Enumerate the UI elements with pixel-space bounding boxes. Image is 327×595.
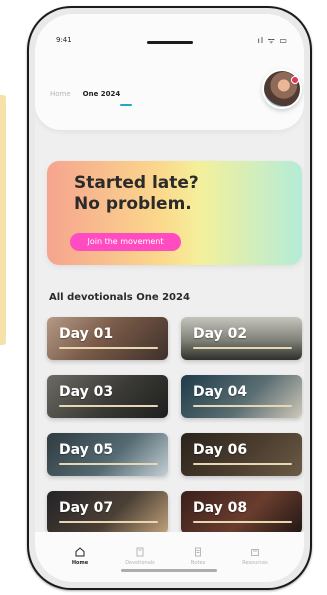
phone-frame: 9:41 ıl ᯤ ▭ Home One 2024 Started late? … [27, 6, 312, 590]
app-screen: 9:41 ıl ᯤ ▭ Home One 2024 Started late? … [35, 14, 304, 582]
join-movement-button[interactable]: Join the movement [70, 233, 181, 251]
top-tabs: Home One 2024 [50, 90, 120, 98]
card-label: Day 03 [59, 384, 114, 400]
nav-devotionals[interactable]: Devotionals [120, 546, 160, 566]
section-title: All devotionals One 2024 [49, 292, 190, 303]
tab-one-2024[interactable]: One 2024 [83, 90, 121, 98]
card-progress-bar [59, 463, 158, 465]
card-label: Day 07 [59, 500, 114, 516]
status-bar: 9:41 ıl ᯤ ▭ [35, 14, 304, 54]
card-label: Day 05 [59, 442, 114, 458]
devotional-card-day-04[interactable]: Day 04 [181, 375, 302, 418]
devotional-card-day-07[interactable]: Day 07 [47, 491, 168, 534]
avatar[interactable] [262, 69, 302, 109]
devotional-card-day-03[interactable]: Day 03 [47, 375, 168, 418]
active-tab-underline [120, 104, 132, 106]
tab-home[interactable]: Home [50, 90, 71, 98]
devotional-card-day-05[interactable]: Day 05 [47, 433, 168, 476]
nav-label: Devotionals [125, 560, 155, 566]
card-progress-bar [193, 347, 292, 349]
nav-label: Notes [190, 560, 206, 566]
card-progress-bar [193, 405, 292, 407]
card-label: Day 04 [193, 384, 248, 400]
card-progress-bar [59, 347, 158, 349]
status-time: 9:41 [56, 36, 72, 44]
resources-icon [251, 549, 259, 556]
promo-title: Started late? No problem. [74, 173, 199, 214]
devotionals-grid: Day 01 Day 02 Day 03 Day 04 Day 05 Day 0… [47, 317, 304, 537]
status-icons: ıl ᯤ ▭ [257, 36, 288, 45]
header-card: 9:41 ıl ᯤ ▭ Home One 2024 [35, 14, 304, 130]
book-icon [136, 547, 144, 557]
card-label: Day 08 [193, 500, 248, 516]
nav-label: Resources [242, 560, 268, 566]
card-progress-bar [193, 463, 292, 465]
card-progress-bar [193, 521, 292, 523]
promo-banner: Started late? No problem. Join the movem… [47, 161, 302, 265]
card-progress-bar [59, 521, 158, 523]
nav-resources[interactable]: Resources [235, 546, 275, 566]
bottom-navigation: Home Devotionals Notes Resources [35, 532, 304, 582]
background-edge [0, 95, 6, 345]
notes-icon [195, 547, 201, 557]
devotional-card-day-08[interactable]: Day 08 [181, 491, 302, 534]
card-label: Day 06 [193, 442, 248, 458]
devotional-card-day-01[interactable]: Day 01 [47, 317, 168, 360]
notification-dot [291, 76, 299, 84]
card-label: Day 01 [59, 326, 114, 342]
nav-home[interactable]: Home [60, 546, 100, 566]
nav-notes[interactable]: Notes [178, 546, 218, 566]
home-indicator [121, 569, 217, 572]
devotional-card-day-02[interactable]: Day 02 [181, 317, 302, 360]
home-icon [75, 547, 85, 557]
nav-label: Home [71, 560, 89, 566]
card-progress-bar [59, 405, 158, 407]
speaker-notch [147, 41, 193, 44]
card-label: Day 02 [193, 326, 248, 342]
devotional-card-day-06[interactable]: Day 06 [181, 433, 302, 476]
